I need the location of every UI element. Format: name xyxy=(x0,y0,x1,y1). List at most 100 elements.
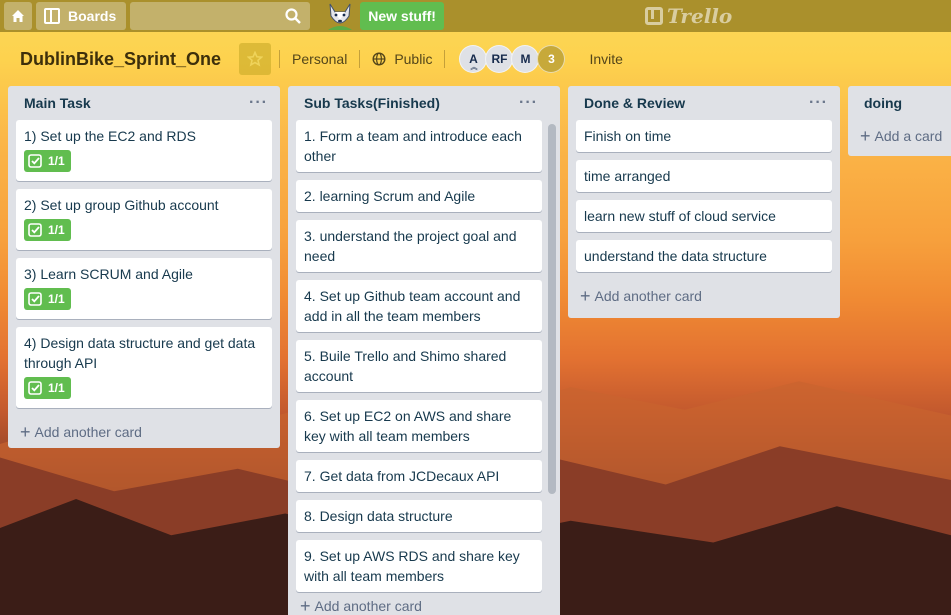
avatar[interactable]: A ︽ xyxy=(459,45,488,73)
card[interactable]: 8. Design data structure xyxy=(296,500,542,532)
more-options-icon[interactable]: ··· xyxy=(249,95,268,111)
list-title[interactable]: Done & Review xyxy=(584,95,685,111)
search-input[interactable] xyxy=(130,2,311,30)
list-sub-tasks: Sub Tasks(Finished) ··· 1. Form a team a… xyxy=(288,86,560,615)
visibility-button[interactable]: Public xyxy=(368,51,436,67)
card-title: time arranged xyxy=(584,168,671,184)
checklist-badge: 1/1 xyxy=(24,288,71,310)
search-icon xyxy=(285,8,302,24)
board-title[interactable]: DublinBike_Sprint_One xyxy=(20,49,221,70)
globe-icon xyxy=(372,52,386,66)
checklist-icon xyxy=(28,381,42,395)
new-stuff-button[interactable]: New stuff! xyxy=(360,2,444,30)
board-header: DublinBike_Sprint_One Personal Public A … xyxy=(0,40,951,78)
checklist-icon xyxy=(28,292,42,306)
plus-icon: + xyxy=(580,286,591,306)
home-button[interactable] xyxy=(4,2,32,30)
visibility-label: Public xyxy=(394,51,433,67)
boards-label: Boards xyxy=(68,8,117,24)
trello-logo[interactable]: Trello xyxy=(645,4,732,28)
card-title: 2) Set up group Github account xyxy=(24,197,219,213)
card-title: Finish on time xyxy=(584,128,672,144)
list-header: Done & Review ··· xyxy=(576,86,832,120)
checklist-count: 1/1 xyxy=(48,292,65,306)
card[interactable]: Finish on time xyxy=(576,120,832,152)
list-title[interactable]: doing xyxy=(864,95,902,111)
card[interactable]: 5. Buile Trello and Shimo shared account xyxy=(296,340,542,392)
add-card-label: Add a card xyxy=(874,128,943,144)
trello-logo-icon xyxy=(645,7,663,25)
divider xyxy=(279,50,281,68)
checklist-badge: 1/1 xyxy=(24,150,71,172)
card-title: 4. Set up Github team account and add in… xyxy=(304,288,521,324)
card-title: 6. Set up EC2 on AWS and share key with … xyxy=(304,408,512,444)
top-header: Boards New stuff! Trello xyxy=(0,0,951,32)
plus-icon: + xyxy=(860,126,871,146)
star-button[interactable] xyxy=(239,43,272,75)
star-icon xyxy=(247,51,264,67)
checklist-badge: 1/1 xyxy=(24,377,71,399)
checklist-icon xyxy=(28,223,42,237)
trello-logo-text: Trello xyxy=(667,4,733,28)
more-options-icon[interactable]: ··· xyxy=(809,95,828,111)
boards-button[interactable]: Boards xyxy=(36,2,127,30)
card[interactable]: 6. Set up EC2 on AWS and share key with … xyxy=(296,400,542,452)
card[interactable]: 7. Get data from JCDecaux API xyxy=(296,460,542,492)
card-title: 3. understand the project goal and need xyxy=(304,228,517,264)
card[interactable]: 4. Set up Github team account and add in… xyxy=(296,280,542,332)
card-title: 4) Design data structure and get data th… xyxy=(24,335,256,371)
team-button[interactable]: Personal xyxy=(288,51,351,67)
card-title: 1. Form a team and introduce each other xyxy=(304,128,522,164)
member-count-badge[interactable]: 3 xyxy=(537,45,566,73)
invite-button[interactable]: Invite xyxy=(585,51,626,67)
card-title: 3) Learn SCRUM and Agile xyxy=(24,266,193,282)
home-icon xyxy=(12,10,24,22)
list-header: doing xyxy=(856,86,951,120)
checklist-icon xyxy=(28,154,42,168)
list-title[interactable]: Main Task xyxy=(24,95,91,111)
list-scrollbar[interactable] xyxy=(548,124,556,494)
add-card-label: Add another card xyxy=(314,598,422,614)
add-card-label: Add another card xyxy=(594,288,702,304)
card[interactable]: learn new stuff of cloud service xyxy=(576,200,832,232)
card[interactable]: 2) Set up group Github account 1/1 xyxy=(16,189,272,250)
list-title[interactable]: Sub Tasks(Finished) xyxy=(304,95,440,111)
taco-mascot-icon[interactable] xyxy=(322,0,358,32)
card-title: 2. learning Scrum and Agile xyxy=(304,188,476,204)
plus-icon: + xyxy=(300,596,311,615)
board-members: A ︽ RF M 3 xyxy=(459,45,566,73)
card[interactable]: 9. Set up AWS RDS and share key with all… xyxy=(296,540,542,592)
checklist-count: 1/1 xyxy=(48,223,65,237)
card[interactable]: 2. learning Scrum and Agile xyxy=(296,180,542,212)
card-title: 7. Get data from JCDecaux API xyxy=(304,468,500,484)
checklist-badge: 1/1 xyxy=(24,219,71,241)
card-title: 8. Design data structure xyxy=(304,508,453,524)
add-card-button[interactable]: + Add another card xyxy=(16,416,272,448)
more-options-icon[interactable]: ··· xyxy=(519,95,538,111)
card[interactable]: 4) Design data structure and get data th… xyxy=(16,327,272,408)
add-card-button[interactable]: + Add a card xyxy=(856,120,951,152)
card-title: 1) Set up the EC2 and RDS xyxy=(24,128,196,144)
avatar[interactable]: RF xyxy=(485,45,514,73)
divider xyxy=(359,50,361,68)
card-title: 5. Buile Trello and Shimo shared account xyxy=(304,348,507,384)
card[interactable]: time arranged xyxy=(576,160,832,192)
avatar-initials: RF xyxy=(491,52,508,66)
admin-chevron-icon: ︽ xyxy=(470,64,478,71)
card[interactable]: understand the data structure xyxy=(576,240,832,272)
list-main-task: Main Task ··· 1) Set up the EC2 and RDS … xyxy=(8,86,280,448)
add-card-button[interactable]: + Add another card xyxy=(296,590,422,615)
add-card-label: Add another card xyxy=(34,424,142,440)
card[interactable]: 1) Set up the EC2 and RDS 1/1 xyxy=(16,120,272,181)
avatar[interactable]: M xyxy=(511,45,540,73)
boards-icon xyxy=(44,8,60,24)
add-card-button[interactable]: + Add another card xyxy=(576,280,832,312)
card-title: 9. Set up AWS RDS and share key with all… xyxy=(304,548,520,584)
card[interactable]: 1. Form a team and introduce each other xyxy=(296,120,542,172)
card[interactable]: 3) Learn SCRUM and Agile 1/1 xyxy=(16,258,272,319)
list-done-review: Done & Review ··· Finish on time time ar… xyxy=(568,86,840,318)
card[interactable]: 3. understand the project goal and need xyxy=(296,220,542,272)
avatar-initials: M xyxy=(520,52,531,66)
card-title: understand the data structure xyxy=(584,248,767,264)
search-box[interactable] xyxy=(130,2,311,30)
